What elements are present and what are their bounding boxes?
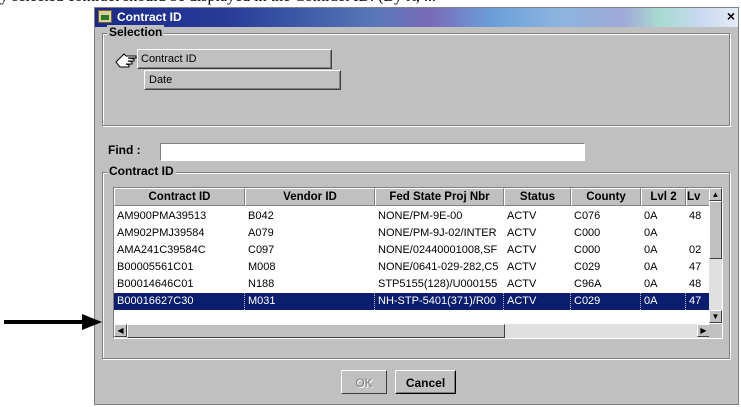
- selection-legend: Selection: [107, 25, 165, 39]
- cell-lvl2: 0A: [641, 293, 686, 310]
- table-header: Contract ID Vendor ID Fed State Proj Nbr…: [114, 188, 710, 206]
- cell-county: C076: [574, 210, 601, 222]
- cell-lvl2: 0A: [644, 261, 658, 273]
- cell-county: C029: [574, 261, 601, 273]
- scroll-left-icon[interactable]: ◀: [114, 324, 127, 337]
- cell-proj-nbr: NONE/02440001008,SF: [378, 244, 498, 256]
- ok-button-label: OK: [355, 376, 373, 390]
- cell-status: ACTV: [507, 244, 537, 256]
- cell-vendor-id: N188: [248, 278, 275, 290]
- cell-contract-id: B00005561C01: [117, 261, 194, 273]
- cancel-button[interactable]: Cancel: [395, 370, 456, 394]
- cell-lvl3: 47: [686, 293, 710, 310]
- cell-status: ACTV: [507, 261, 537, 273]
- cell-lvl3: [686, 225, 710, 242]
- cell-proj-nbr: NH-STP-5401(371)/R00: [375, 293, 504, 310]
- column-header-status[interactable]: Status: [504, 188, 571, 206]
- title-bar[interactable]: Contract ID ×: [95, 8, 738, 27]
- cell-lvl2: 0A: [644, 278, 658, 290]
- cell-status: ACTV: [507, 278, 537, 290]
- annotation-arrow-icon: [4, 314, 102, 330]
- column-header-contract-id[interactable]: Contract ID: [114, 188, 245, 206]
- column-header-fed-state-proj-nbr[interactable]: Fed State Proj Nbr: [375, 188, 504, 206]
- cell-vendor-id: A079: [248, 227, 274, 239]
- app-icon: [98, 10, 112, 23]
- cell-contract-id: AM900PMA39513: [117, 210, 207, 222]
- find-input[interactable]: [160, 143, 585, 161]
- contract-table: Contract ID Vendor ID Fed State Proj Nbr…: [113, 187, 723, 339]
- table-row-selected[interactable]: B00016627C30 M031 NH-STP-5401(371)/R00 A…: [114, 293, 710, 310]
- contract-id-legend: Contract ID: [107, 164, 176, 178]
- table-row[interactable]: B00005561C01 M008 NONE/0641-029-282,C5 A…: [114, 259, 710, 276]
- cell-lvl3: 48: [689, 210, 702, 222]
- selection-contract-id-label: Contract ID: [141, 53, 197, 65]
- selection-date-button[interactable]: Date: [144, 70, 341, 90]
- cell-lvl2: 0A: [644, 244, 658, 256]
- cell-status: ACTV: [504, 293, 571, 310]
- column-header-lvl3[interactable]: Lv: [686, 188, 710, 206]
- cell-lvl2: 0A: [644, 227, 658, 239]
- cell-proj-nbr: NONE/PM-9E-00: [378, 210, 463, 222]
- column-header-vendor-id[interactable]: Vendor ID: [245, 188, 375, 206]
- cell-status: ACTV: [507, 227, 537, 239]
- find-label: Find :: [108, 143, 141, 157]
- cell-county: C000: [574, 244, 601, 256]
- cancel-button-label: Cancel: [405, 376, 446, 390]
- table-row[interactable]: AMA241C39584C C097 NONE/02440001008,SF A…: [114, 242, 710, 259]
- table-row[interactable]: B00014646C01 N188 STP5155(128)/U000155 A…: [114, 276, 710, 293]
- column-header-county[interactable]: County: [571, 188, 641, 206]
- scroll-up-icon[interactable]: ▲: [709, 188, 722, 201]
- window-title: Contract ID: [117, 10, 182, 24]
- cell-county: C96A: [574, 278, 602, 290]
- table-row[interactable]: AM900PMA39513 B042 NONE/PM-9E-00 ACTV C0…: [114, 208, 710, 225]
- cell-contract-id: AM902PMJ39584: [117, 227, 205, 239]
- selection-date-label: Date: [149, 74, 173, 86]
- cell-lvl3: 47: [689, 261, 702, 273]
- selection-contract-id-button[interactable]: Contract ID: [137, 49, 332, 69]
- close-icon[interactable]: ×: [727, 8, 735, 24]
- cell-vendor-id: C097: [248, 244, 275, 256]
- cell-proj-nbr: STP5155(128)/U000155: [378, 278, 498, 290]
- horizontal-scrollbar[interactable]: ◀ ▶: [114, 324, 710, 338]
- cell-vendor-id: B042: [248, 210, 274, 222]
- cell-contract-id: AMA241C39584C: [117, 244, 206, 256]
- cell-vendor-id: M008: [248, 261, 276, 273]
- cell-lvl3: 02: [689, 244, 702, 256]
- scroll-down-icon[interactable]: ▼: [709, 310, 722, 323]
- cell-county: C029: [571, 293, 641, 310]
- cell-proj-nbr: NONE/PM-9J-02/INTER: [378, 227, 497, 239]
- cell-status: ACTV: [507, 210, 537, 222]
- table-row[interactable]: AM902PMJ39584 A079 NONE/PM-9J-02/INTER A…: [114, 225, 710, 242]
- vertical-scroll-thumb[interactable]: [709, 201, 722, 259]
- horizontal-scroll-thumb[interactable]: [127, 324, 505, 338]
- scroll-corner: [709, 324, 722, 338]
- cell-vendor-id: M031: [245, 293, 375, 310]
- column-header-lvl2[interactable]: Lvl 2: [641, 188, 686, 206]
- cell-lvl3: 48: [689, 278, 702, 290]
- cell-proj-nbr: NONE/0641-029-282,C5: [378, 261, 499, 273]
- ok-button[interactable]: OK: [341, 370, 387, 394]
- cell-contract-id: B00014646C01: [117, 278, 194, 290]
- cell-contract-id: B00016627C30: [114, 293, 245, 310]
- vertical-scrollbar[interactable]: ▲ ▼: [709, 188, 722, 323]
- cell-county: C000: [574, 227, 601, 239]
- cell-lvl2: 0A: [644, 210, 658, 222]
